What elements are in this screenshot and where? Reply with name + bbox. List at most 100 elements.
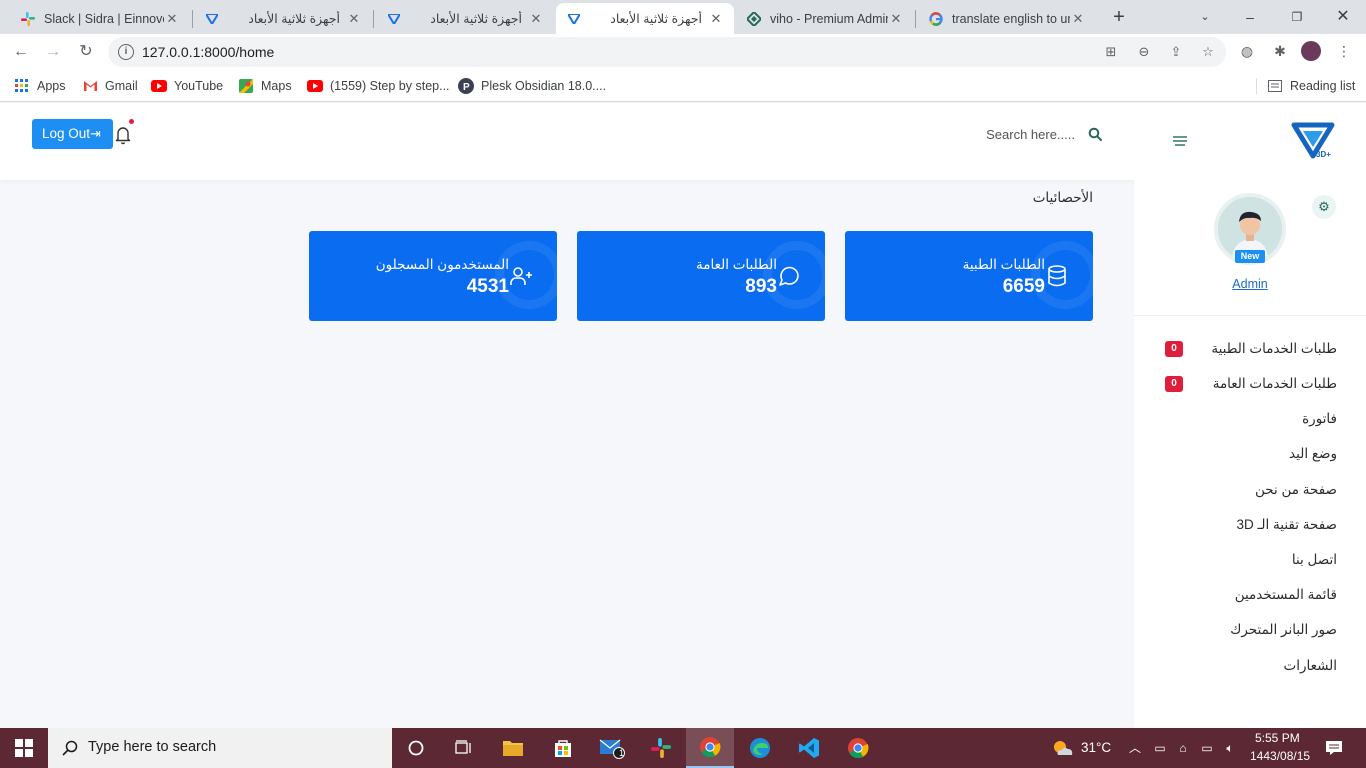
edge-app-icon[interactable]: [736, 728, 784, 768]
stat-card-registered-users[interactable]: المستخدمون المسجلون 4531: [309, 231, 557, 321]
globe-extension-icon[interactable]: ◍: [1237, 41, 1257, 61]
start-button[interactable]: [0, 728, 48, 768]
v3d-logo-icon: [386, 11, 402, 27]
stat-label: الطلبات العامة: [695, 257, 777, 272]
close-tab-icon[interactable]: ✕: [346, 11, 362, 27]
tab-title: viho - Premium Admin Template: [770, 11, 888, 26]
share-icon[interactable]: ⇪: [1167, 44, 1185, 60]
settings-gear-icon[interactable]: ⚙: [1312, 195, 1336, 219]
file-explorer-icon[interactable]: [489, 728, 537, 768]
bookmark-label: Plesk Obsidian 18.0....: [481, 79, 607, 93]
chrome-menu-icon[interactable]: ⋮: [1334, 41, 1354, 61]
weather-icon[interactable]: [1052, 739, 1074, 757]
sidebar-item-banner-images[interactable]: صور البانر المتحرك: [1230, 622, 1337, 642]
sidebar-item-logos[interactable]: الشعارات: [1283, 658, 1337, 678]
bookmark-maps[interactable]: Maps: [238, 76, 292, 96]
new-badge: New: [1235, 250, 1265, 263]
bookmark-plesk[interactable]: P Plesk Obsidian 18.0....: [458, 76, 606, 96]
site-logo[interactable]: 3D+: [1290, 122, 1336, 162]
bookmark-youtube-video[interactable]: (1559) Step by step...: [307, 76, 450, 96]
mail-icon[interactable]: 1: [588, 728, 636, 768]
network-icon[interactable]: ⌂: [1175, 740, 1191, 756]
page-title: الأحصائيات: [1032, 190, 1093, 205]
browser-tab[interactable]: viho - Premium Admin Template ✕: [736, 3, 914, 34]
stat-card-medical-requests[interactable]: الطلبات الطبية 6659: [845, 231, 1093, 321]
task-view-icon[interactable]: [440, 728, 488, 768]
search-icon[interactable]: [1088, 127, 1102, 141]
volume-icon[interactable]: 🔈︎: [1222, 740, 1238, 756]
browser-tab-bar: Slack | Sidra | Einnovention ✕ أجهزة ثلا…: [0, 0, 1366, 34]
browser-tab[interactable]: أجهزة ثلاثية الأبعاد ✕: [376, 3, 554, 34]
chrome-app-icon[interactable]: [834, 728, 882, 768]
browser-tab[interactable]: أجهزة ثلاثية الأبعاد ✕: [194, 3, 372, 34]
close-tab-icon[interactable]: ✕: [708, 11, 724, 27]
slack-app-icon[interactable]: [637, 728, 685, 768]
new-tab-icon[interactable]: +: [1107, 6, 1131, 28]
sidebar-item-about-page[interactable]: صفحة من نحن: [1255, 482, 1337, 502]
microsoft-store-icon[interactable]: [539, 728, 587, 768]
site-info-icon[interactable]: i: [118, 44, 134, 60]
reload-icon[interactable]: ↻: [74, 40, 98, 64]
stat-card-general-requests[interactable]: الطلبات العامة 893: [577, 231, 825, 321]
browser-tab-active[interactable]: أجهزة ثلاثية الأبعاد ✕: [556, 3, 734, 34]
logout-button[interactable]: Log Out ⇥: [32, 119, 113, 149]
close-tab-icon[interactable]: ✕: [528, 11, 544, 27]
zoom-icon[interactable]: ⊖: [1135, 44, 1153, 60]
bookmark-label: Maps: [261, 79, 292, 93]
sidebar-item-medical-requests[interactable]: طلبات الخدمات الطبية: [1211, 341, 1337, 361]
clock-date[interactable]: 1443/08/15: [1250, 749, 1310, 763]
restore-icon[interactable]: ❐: [1285, 6, 1309, 28]
maps-icon: [238, 78, 254, 94]
extensions-puzzle-icon[interactable]: ✱: [1270, 41, 1290, 61]
show-hidden-icons-chevron-icon[interactable]: ︿: [1127, 740, 1143, 756]
profile-avatar[interactable]: [1301, 41, 1321, 61]
temperature[interactable]: 31°C: [1081, 740, 1111, 755]
sidebar-item-3d-tech-page[interactable]: صفحة تقنية الـ 3D: [1236, 517, 1337, 537]
count-badge: 0: [1165, 341, 1183, 357]
bookmark-youtube[interactable]: YouTube: [151, 76, 223, 96]
url-text[interactable]: 127.0.0.1:8000/home: [142, 44, 274, 60]
bookmarks-divider: [1256, 78, 1257, 94]
sidebar-item-users-list[interactable]: قائمة المستخدمين: [1235, 587, 1337, 607]
display-icon[interactable]: ▭: [1199, 740, 1215, 756]
reading-list[interactable]: Reading list: [1267, 76, 1355, 96]
translate-icon[interactable]: ⊞: [1102, 44, 1120, 60]
chrome-app-icon[interactable]: [686, 728, 734, 768]
taskbar-search-box[interactable]: Type here to search: [48, 728, 392, 768]
bookmark-apps[interactable]: Apps: [14, 76, 66, 96]
close-tab-icon[interactable]: ✕: [164, 11, 180, 27]
vscode-app-icon[interactable]: [785, 728, 833, 768]
browser-tab[interactable]: translate english to urdu ✕: [918, 3, 1096, 34]
bookmark-gmail[interactable]: Gmail: [82, 76, 138, 96]
forward-icon[interactable]: →: [41, 40, 65, 64]
bookmark-label: Gmail: [105, 79, 138, 93]
action-center-icon[interactable]: [1325, 740, 1343, 756]
hamburger-menu-icon[interactable]: [1172, 134, 1188, 148]
notification-bell-icon[interactable]: [114, 125, 132, 145]
clock-time[interactable]: 5:55 PM: [1255, 731, 1300, 745]
sidebar-item-invoice[interactable]: فاتورة: [1302, 411, 1337, 431]
minimize-icon[interactable]: –: [1238, 6, 1262, 28]
profile-name-link[interactable]: Admin: [1214, 277, 1286, 291]
sidebar-item-general-requests[interactable]: طلبات الخدمات العامة: [1213, 376, 1337, 396]
tab-title: أجهزة ثلاثية الأبعاد: [248, 12, 340, 26]
address-bar[interactable]: i 127.0.0.1:8000/home ⊞ ⊖ ⇪ ☆: [108, 37, 1226, 67]
tab-search-chevron-icon[interactable]: ⌄: [1193, 6, 1217, 28]
bookmark-star-icon[interactable]: ☆: [1199, 44, 1217, 60]
close-tab-icon[interactable]: ✕: [888, 11, 904, 27]
sidebar-item-contact[interactable]: اتصل بنا: [1292, 552, 1337, 572]
gmail-icon: [82, 78, 98, 94]
sidebar-item-hand-mode[interactable]: وضع اليد: [1289, 446, 1337, 466]
v3d-logo-icon: [566, 11, 582, 27]
back-icon[interactable]: ←: [9, 40, 33, 64]
close-tab-icon[interactable]: ✕: [1070, 11, 1086, 27]
google-icon: [928, 11, 944, 27]
browser-tab[interactable]: Slack | Sidra | Einnovention ✕: [10, 3, 190, 34]
browser-toolbar: ← → ↻ i 127.0.0.1:8000/home ⊞ ⊖ ⇪ ☆ ◍ ✱ …: [0, 34, 1366, 70]
bookmarks-bar: Apps Gmail YouTube Maps (1559) Step by s…: [0, 70, 1366, 102]
battery-warning-icon[interactable]: ▭: [1152, 740, 1168, 756]
tab-separator: [373, 10, 374, 28]
close-window-icon[interactable]: ✕: [1331, 6, 1355, 28]
search-input[interactable]: Search here.....: [940, 127, 1075, 142]
cortana-icon[interactable]: [392, 728, 440, 768]
